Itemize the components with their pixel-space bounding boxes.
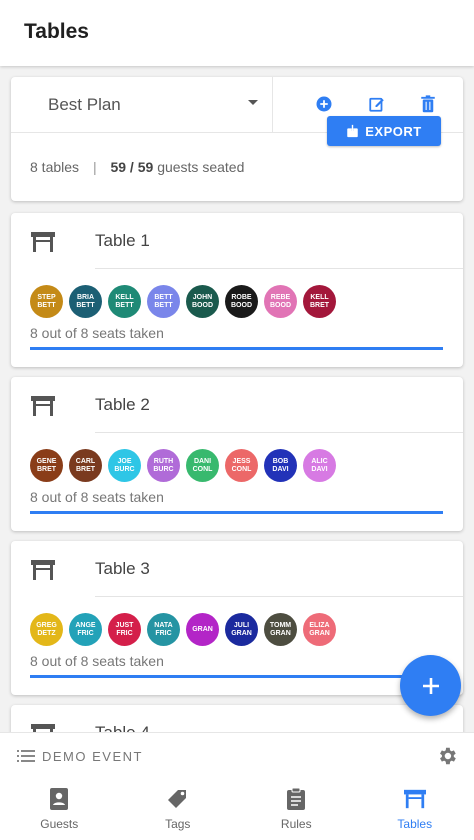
export-icon	[347, 124, 359, 138]
edit-plan-button[interactable]	[364, 91, 390, 117]
seats-taken-text: 8 out of 8 seats taken	[30, 489, 164, 505]
table-icon	[31, 232, 55, 252]
seat-progress-bar	[30, 347, 443, 350]
nav-tags[interactable]: Tags	[119, 778, 238, 840]
guest-avatar[interactable]: BOB DAVI	[264, 449, 297, 482]
table-icon	[31, 396, 55, 416]
table-card[interactable]: Table 3 GREG DETZ ANGE FRIC JUST FRIC NATA …	[11, 541, 463, 695]
nav-label: Tables	[397, 817, 433, 831]
guests-icon	[50, 788, 69, 810]
table-name: Table 4	[95, 723, 150, 732]
bottom-nav: Guests Tags Rules Tables	[0, 778, 474, 840]
guest-avatar[interactable]: KELL BRET	[303, 285, 336, 318]
seat-progress-fill	[30, 675, 443, 678]
guest-avatar[interactable]: TOMM GRAN	[264, 613, 297, 646]
plan-select[interactable]: Best Plan	[11, 77, 273, 132]
divider	[95, 268, 463, 269]
guest-avatar[interactable]: CARL BRET	[69, 449, 102, 482]
guest-list: GENE BRET CARL BRET JOE BURC RUTH BURC DANI …	[30, 449, 342, 482]
nav-guests[interactable]: Guests	[0, 778, 119, 840]
seat-progress-fill	[30, 347, 443, 350]
guest-avatar[interactable]: ANGE FRIC	[69, 613, 102, 646]
edit-icon	[369, 97, 384, 112]
guest-avatar[interactable]: GENE BRET	[30, 449, 63, 482]
seats-taken-text: 8 out of 8 seats taken	[30, 325, 164, 341]
guest-avatar[interactable]: GRAN	[186, 613, 219, 646]
table-card[interactable]: Table 1 STEP BETT BRIA BETT KELL BETT BETT …	[11, 213, 463, 367]
gear-icon[interactable]	[436, 745, 458, 767]
table-card[interactable]: Table 2 GENE BRET CARL BRET JOE BURC RUTH B…	[11, 377, 463, 531]
guest-avatar[interactable]: JESS CONL	[225, 449, 258, 482]
nav-tables[interactable]: Tables	[356, 778, 474, 840]
dropdown-caret-icon	[248, 100, 258, 105]
guest-avatar[interactable]: BRIA BETT	[69, 285, 102, 318]
tables-icon	[403, 789, 426, 809]
add-plan-button[interactable]	[311, 91, 337, 117]
guest-list: GREG DETZ ANGE FRIC JUST FRIC NATA FRIC GRAN…	[30, 613, 342, 646]
guest-avatar[interactable]: ROBE BOOD	[225, 285, 258, 318]
page-title: Tables	[24, 20, 89, 43]
event-name: DEMO EVENT	[42, 749, 143, 764]
table-icon	[31, 560, 55, 580]
tables-count: 8 tables	[30, 159, 80, 175]
plus-icon	[422, 677, 439, 694]
guest-avatar[interactable]: REBE BOOD	[264, 285, 297, 318]
guest-avatar[interactable]: JOE BURC	[108, 449, 141, 482]
guest-avatar[interactable]: ALIC DAVI	[303, 449, 336, 482]
app-bar: Tables	[0, 0, 474, 66]
stats-separator: |	[92, 159, 97, 175]
seat-progress-bar	[30, 511, 443, 514]
divider	[95, 432, 463, 433]
list-icon	[17, 750, 35, 762]
export-label: EXPORT	[365, 123, 422, 139]
seat-progress-bar	[30, 675, 443, 678]
table-name: Table 2	[95, 395, 150, 414]
guest-list: STEP BETT BRIA BETT KELL BETT BETT BETT JOHN…	[30, 285, 342, 318]
guest-avatar[interactable]: DANI CONL	[186, 449, 219, 482]
table-name: Table 3	[95, 559, 150, 578]
guest-avatar[interactable]: GREG DETZ	[30, 613, 63, 646]
table-name: Table 1	[95, 231, 150, 250]
tag-icon	[167, 790, 186, 808]
table-card[interactable]: Table 4	[11, 705, 463, 732]
nav-label: Rules	[280, 817, 312, 831]
guest-avatar[interactable]: KELL BETT	[108, 285, 141, 318]
seats-taken-text: 8 out of 8 seats taken	[30, 653, 164, 669]
trash-icon	[421, 95, 435, 113]
guest-avatar[interactable]: BETT BETT	[147, 285, 180, 318]
nav-label: Guests	[40, 817, 79, 831]
tables-list[interactable]: Best Plan 8 tables | 59 / 59 guests seat…	[0, 66, 474, 732]
add-table-button[interactable]	[400, 655, 461, 716]
rules-icon	[287, 787, 306, 810]
plan-stats: 8 tables | 59 / 59 guests seated	[30, 159, 244, 175]
seated-suffix: guests seated	[157, 159, 245, 175]
guest-avatar[interactable]: JUST FRIC	[108, 613, 141, 646]
add-circle-icon	[316, 96, 332, 112]
guest-avatar[interactable]: ELIZA GRAN	[303, 613, 336, 646]
guest-avatar[interactable]: JOHN BOOD	[186, 285, 219, 318]
seated-fraction: 59 / 59	[110, 159, 154, 175]
guest-avatar[interactable]: JULI GRAN	[225, 613, 258, 646]
event-bar[interactable]: DEMO EVENT	[0, 732, 474, 778]
guest-avatar[interactable]: NATA FRIC	[147, 613, 180, 646]
seat-progress-fill	[30, 511, 443, 514]
guest-avatar[interactable]: RUTH BURC	[147, 449, 180, 482]
nav-label: Tags	[165, 817, 191, 831]
table-icon	[31, 724, 55, 732]
plan-name: Best Plan	[48, 94, 121, 114]
guest-avatar[interactable]: STEP BETT	[30, 285, 63, 318]
nav-rules[interactable]: Rules	[237, 778, 356, 840]
plan-card: Best Plan 8 tables | 59 / 59 guests seat…	[11, 77, 463, 201]
divider	[95, 596, 463, 597]
delete-plan-button[interactable]	[415, 91, 441, 117]
export-button[interactable]: EXPORT	[327, 116, 441, 146]
